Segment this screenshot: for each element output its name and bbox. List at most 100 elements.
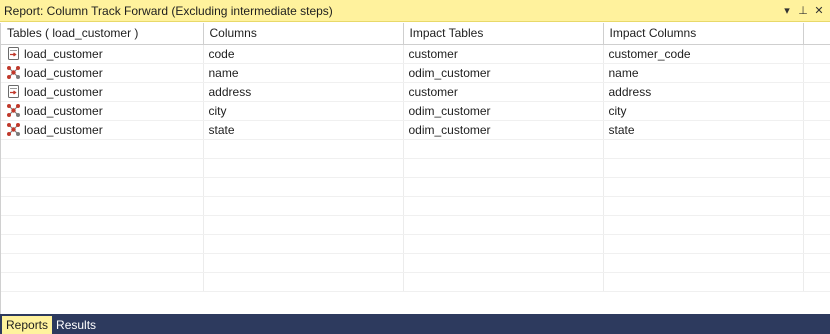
empty-cell <box>203 215 404 235</box>
column-header-filler <box>803 23 830 45</box>
table-row[interactable]: load_customer city odim_customer city <box>1 101 830 121</box>
empty-cell <box>1 177 204 197</box>
empty-cell <box>603 253 804 273</box>
empty-cell <box>603 272 804 292</box>
cell-impact-column[interactable]: name <box>603 63 804 83</box>
column-header-tables[interactable]: Tables ( load_customer ) <box>1 23 204 45</box>
empty-cell <box>1 158 204 178</box>
cell-filler <box>803 120 830 140</box>
empty-row <box>1 177 830 197</box>
empty-cell <box>603 158 804 178</box>
column-header-impact-tables[interactable]: Impact Tables <box>403 23 604 45</box>
tab-reports[interactable]: Reports <box>2 316 53 334</box>
cell-filler <box>803 44 830 64</box>
empty-cell <box>203 158 404 178</box>
dropdown-icon[interactable]: ▾ <box>780 3 794 18</box>
empty-cell <box>403 158 604 178</box>
empty-cell <box>1 139 204 159</box>
column-header-impact-columns[interactable]: Impact Columns <box>603 23 804 45</box>
empty-cell <box>403 234 604 254</box>
cell-filler <box>803 101 830 121</box>
dimension-table-icon <box>6 122 21 137</box>
report-title-bar: Report: Column Track Forward (Excluding … <box>0 0 830 22</box>
empty-cell <box>1 215 204 235</box>
cell-impact-column[interactable]: city <box>603 101 804 121</box>
cell-impact-column[interactable]: customer_code <box>603 44 804 64</box>
table-row[interactable]: load_customer address customer address <box>1 82 830 102</box>
empty-cell <box>203 196 404 216</box>
empty-cell <box>603 215 804 235</box>
empty-cell <box>1 253 204 273</box>
empty-row <box>1 158 830 178</box>
empty-row <box>1 215 830 235</box>
empty-cell <box>403 215 604 235</box>
empty-cell <box>603 177 804 197</box>
table-name: load_customer <box>24 122 103 137</box>
table-row[interactable]: load_customer name odim_customer name <box>1 63 830 83</box>
empty-cell <box>803 253 830 273</box>
empty-cell <box>603 234 804 254</box>
empty-cell <box>603 139 804 159</box>
empty-cell <box>1 272 204 292</box>
empty-cell <box>803 177 830 197</box>
empty-cell <box>803 196 830 216</box>
empty-cell <box>803 234 830 254</box>
cell-table[interactable]: load_customer <box>1 63 204 83</box>
cell-column[interactable]: name <box>203 63 404 83</box>
cell-impact-table[interactable]: customer <box>403 44 604 64</box>
cell-impact-table[interactable]: customer <box>403 82 604 102</box>
empty-row <box>1 196 830 216</box>
cell-column[interactable]: address <box>203 82 404 102</box>
cell-table[interactable]: load_customer <box>1 101 204 121</box>
report-table: Tables ( load_customer ) Columns Impact … <box>1 23 830 292</box>
table-name: load_customer <box>24 46 103 61</box>
cell-table[interactable]: load_customer <box>1 44 204 64</box>
empty-cell <box>603 196 804 216</box>
cell-impact-table[interactable]: odim_customer <box>403 120 604 140</box>
header-row: Tables ( load_customer ) Columns Impact … <box>1 23 830 45</box>
empty-cell <box>803 139 830 159</box>
empty-row <box>1 234 830 254</box>
cell-filler <box>803 63 830 83</box>
empty-cell <box>203 272 404 292</box>
cell-column[interactable]: state <box>203 120 404 140</box>
empty-cell <box>203 177 404 197</box>
cell-filler <box>803 82 830 102</box>
empty-row <box>1 253 830 273</box>
cell-impact-table[interactable]: odim_customer <box>403 101 604 121</box>
empty-cell <box>403 253 604 273</box>
cell-table[interactable]: load_customer <box>1 82 204 102</box>
cell-impact-column[interactable]: state <box>603 120 804 140</box>
empty-row <box>1 139 830 159</box>
empty-cell <box>803 272 830 292</box>
empty-cell <box>203 139 404 159</box>
column-header-columns[interactable]: Columns <box>203 23 404 45</box>
empty-cell <box>803 215 830 235</box>
window-controls: ▾ ⊥ ✕ <box>780 3 826 18</box>
empty-cell <box>403 139 604 159</box>
load-table-icon <box>6 46 21 61</box>
cell-table[interactable]: load_customer <box>1 120 204 140</box>
table-name: load_customer <box>24 84 103 99</box>
pin-icon[interactable]: ⊥ <box>796 3 810 18</box>
cell-impact-table[interactable]: odim_customer <box>403 63 604 83</box>
empty-row <box>1 272 830 292</box>
close-icon[interactable]: ✕ <box>812 3 826 18</box>
cell-impact-column[interactable]: address <box>603 82 804 102</box>
empty-cell <box>203 253 404 273</box>
report-title: Report: Column Track Forward (Excluding … <box>4 3 333 18</box>
table-row[interactable]: load_customer code customer customer_code <box>1 44 830 64</box>
cell-column[interactable]: code <box>203 44 404 64</box>
table-row[interactable]: load_customer state odim_customer state <box>1 120 830 140</box>
empty-cell <box>203 234 404 254</box>
tab-results[interactable]: Results <box>52 316 100 334</box>
empty-cell <box>1 196 204 216</box>
empty-cell <box>403 196 604 216</box>
empty-cell <box>1 234 204 254</box>
table-name: load_customer <box>24 103 103 118</box>
report-grid: Tables ( load_customer ) Columns Impact … <box>0 23 830 314</box>
cell-column[interactable]: city <box>203 101 404 121</box>
load-table-icon <box>6 84 21 99</box>
empty-cell <box>403 272 604 292</box>
empty-cell <box>403 177 604 197</box>
